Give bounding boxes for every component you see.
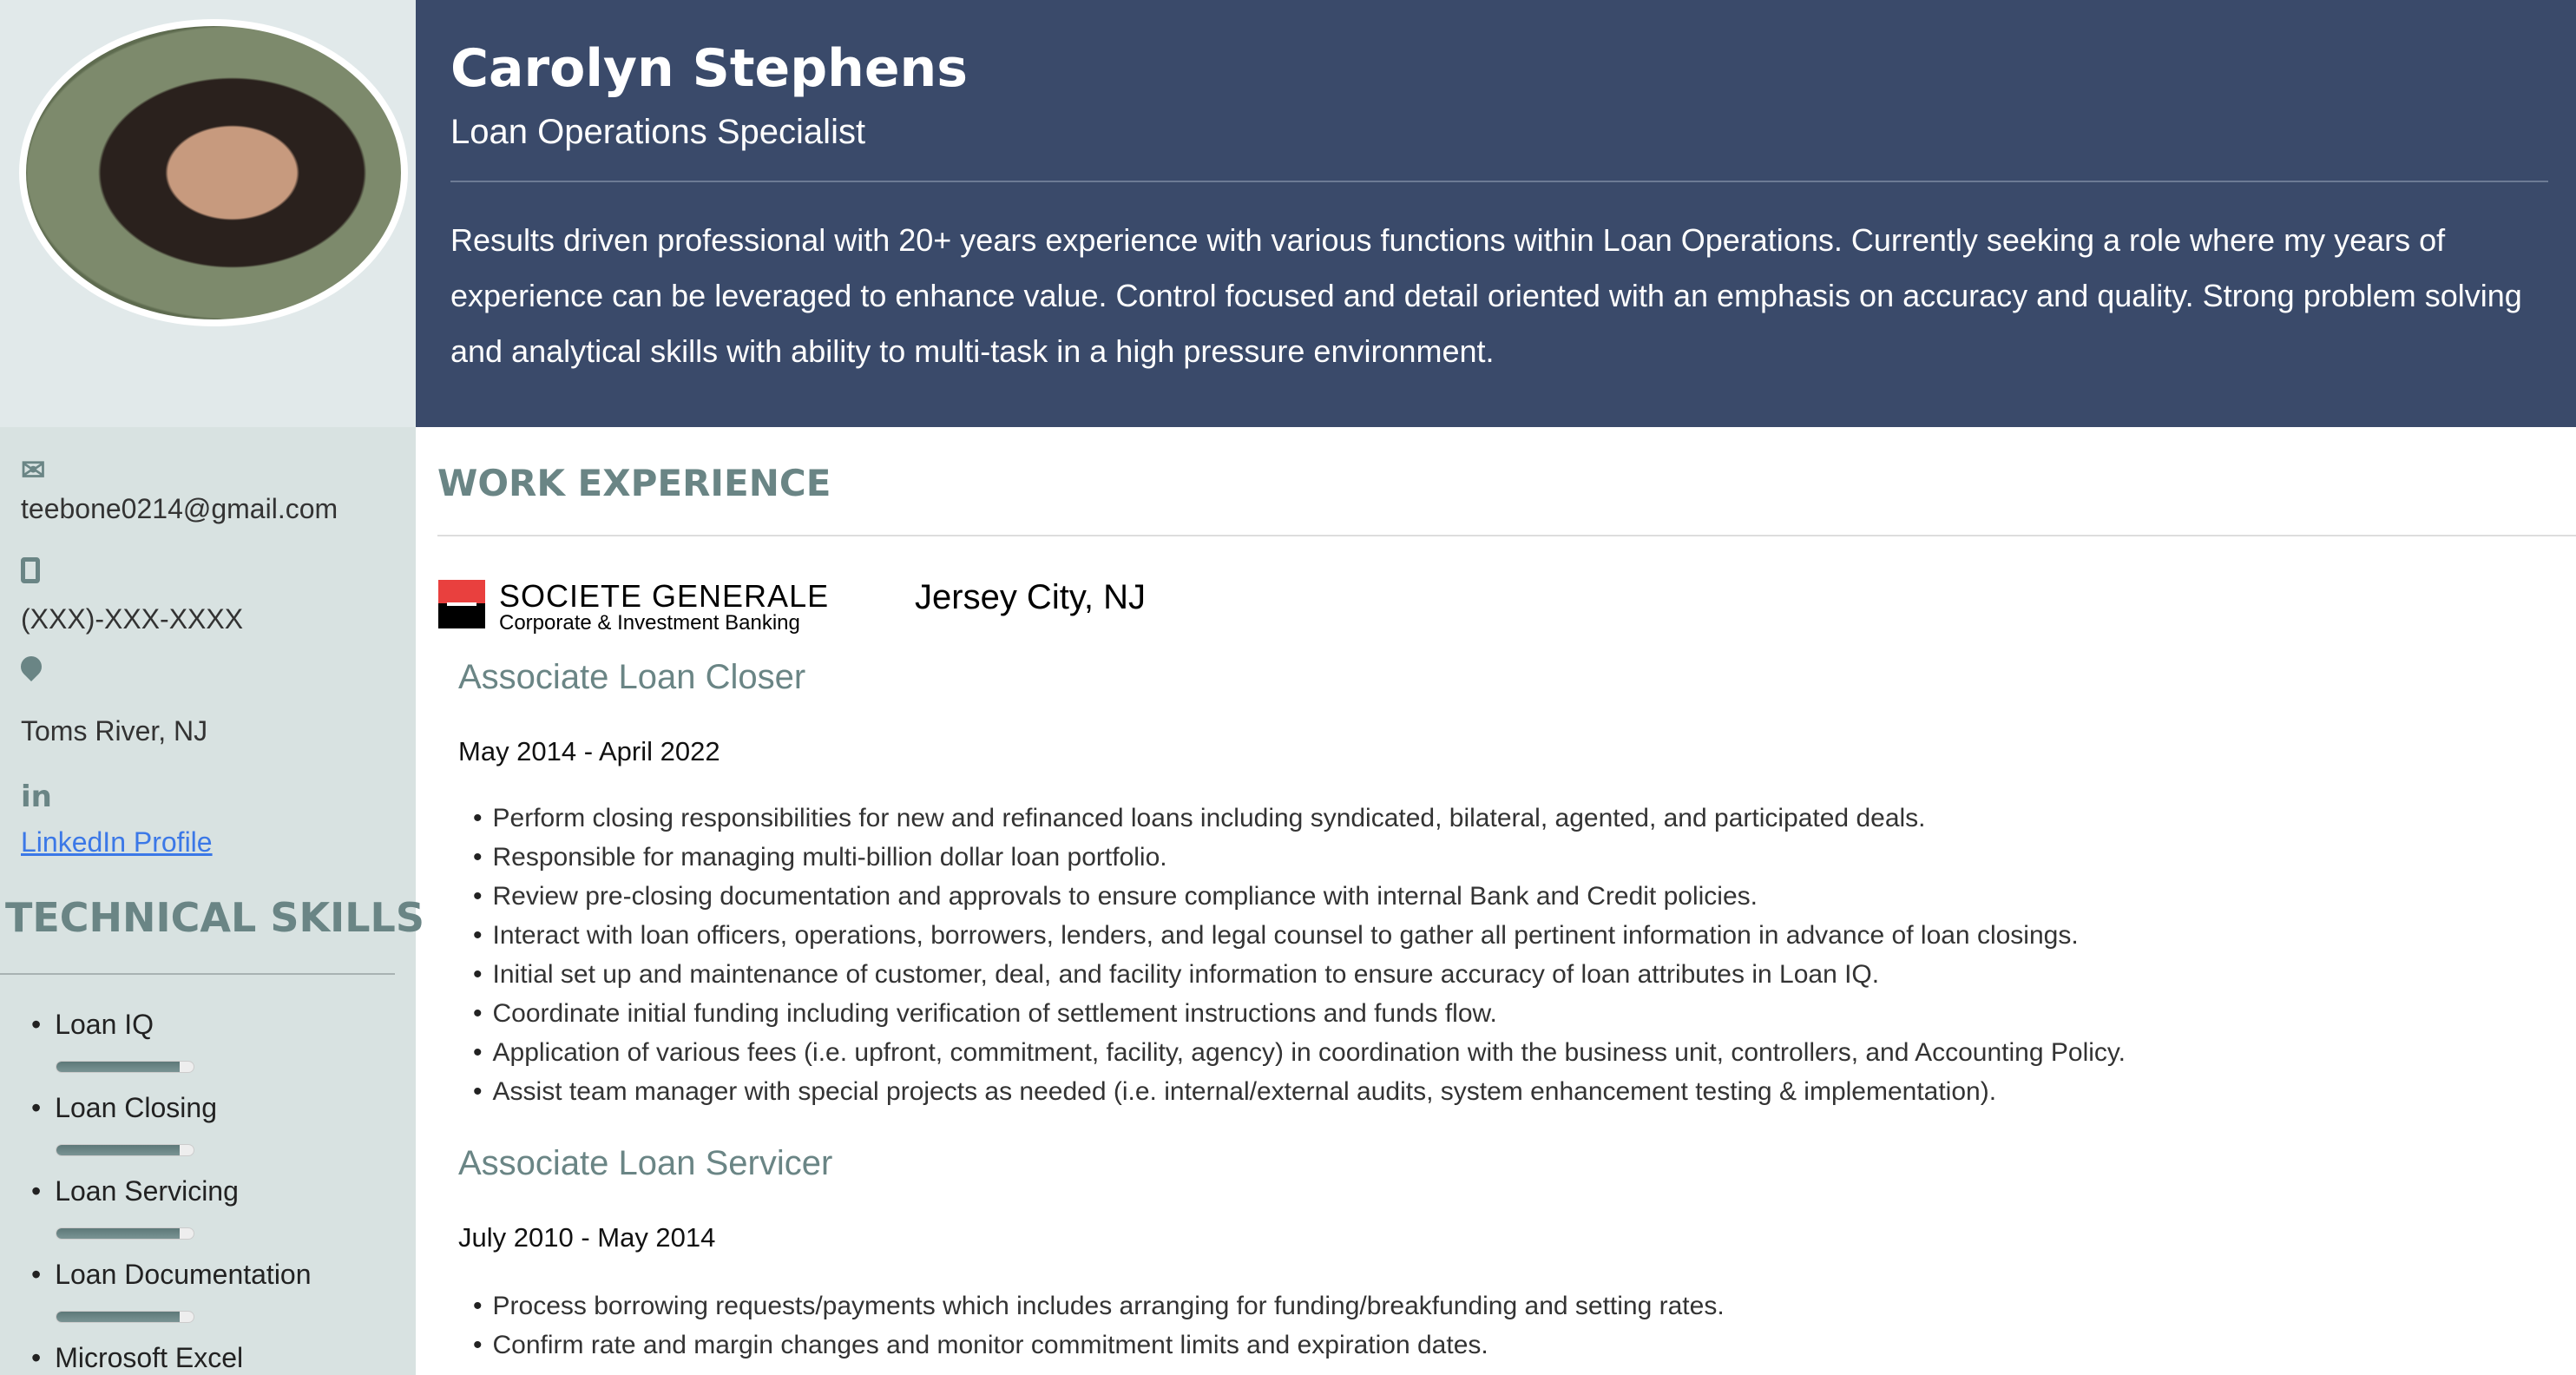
skill-level-fill: [56, 1145, 181, 1155]
map-marker-icon: [16, 651, 46, 685]
job-bullet: Assist team manager with special project…: [473, 1077, 1997, 1107]
summary-text: Results driven professional with 20+ yea…: [450, 222, 2522, 369]
job-bullet: Interact with loan officers, operations,…: [473, 921, 2079, 951]
envelope-icon: ✉: [21, 454, 46, 487]
header: Carolyn Stephens Loan Operations Special…: [416, 0, 2576, 427]
work-experience-heading: WORK EXPERIENCE: [437, 462, 831, 504]
skill-level-bar: [56, 1144, 194, 1156]
divider: [450, 181, 2548, 182]
email-text: teebone0214@gmail.com: [21, 493, 338, 524]
job-bullet: Coordinate initial funding including ver…: [473, 999, 1497, 1029]
job-title: Associate Loan Closer: [458, 658, 806, 696]
skill-level-bar: [56, 1061, 194, 1073]
job-bullet: Application of various fees (i.e. upfron…: [473, 1038, 2126, 1068]
skill-level-fill: [56, 1062, 181, 1072]
skill-item: Loan IQ: [31, 1009, 154, 1041]
job-bullet: Process borrowing requests/payments whic…: [473, 1292, 1725, 1321]
job-dates: May 2014 - April 2022: [458, 736, 720, 766]
skill-level-fill: [56, 1228, 181, 1239]
location-text: Toms River, NJ: [21, 715, 208, 747]
person-role: Loan Operations Specialist: [450, 113, 866, 151]
job-bullet: Perform closing responsibilities for new…: [473, 804, 1926, 833]
job-bullet: Review pre-closing documentation and app…: [473, 882, 1758, 911]
linkedin-link[interactable]: LinkedIn Profile: [21, 826, 213, 859]
logo-company-name: SOCIETE GENERALE: [499, 578, 830, 614]
skill-level-bar: [56, 1227, 194, 1240]
job-title: Associate Loan Servicer: [458, 1144, 833, 1182]
skill-item: Microsoft Excel: [31, 1342, 243, 1374]
job-dates: July 2010 - May 2014: [458, 1222, 716, 1253]
profile-photo: [19, 19, 408, 326]
company-logo: SOCIETE GENERALE Corporate & Investment …: [438, 578, 838, 635]
company-city: Jersey City, NJ: [915, 578, 1146, 616]
logo-mark: [438, 580, 485, 628]
job-bullet: Initial set up and maintenance of custom…: [473, 960, 1880, 990]
skill-level-bar: [56, 1311, 194, 1323]
divider: [437, 535, 2576, 536]
linkedin-icon: in: [21, 780, 52, 814]
logo-tagline: Corporate & Investment Banking: [499, 611, 800, 635]
divider: [0, 973, 395, 975]
skill-level-fill: [56, 1312, 181, 1322]
job-bullet: Responsible for managing multi-billion d…: [473, 843, 1167, 872]
mobile-phone-icon: [21, 557, 40, 591]
phone-text: (XXX)-XXX-XXXX: [21, 603, 244, 635]
skill-item: Loan Servicing: [31, 1175, 239, 1207]
technical-skills-heading: TECHNICAL SKILLS: [5, 894, 424, 941]
skill-item: Loan Closing: [31, 1092, 217, 1124]
job-bullet: Confirm rate and margin changes and moni…: [473, 1331, 1488, 1360]
skill-item: Loan Documentation: [31, 1259, 311, 1291]
person-name: Carolyn Stephens: [450, 38, 968, 99]
